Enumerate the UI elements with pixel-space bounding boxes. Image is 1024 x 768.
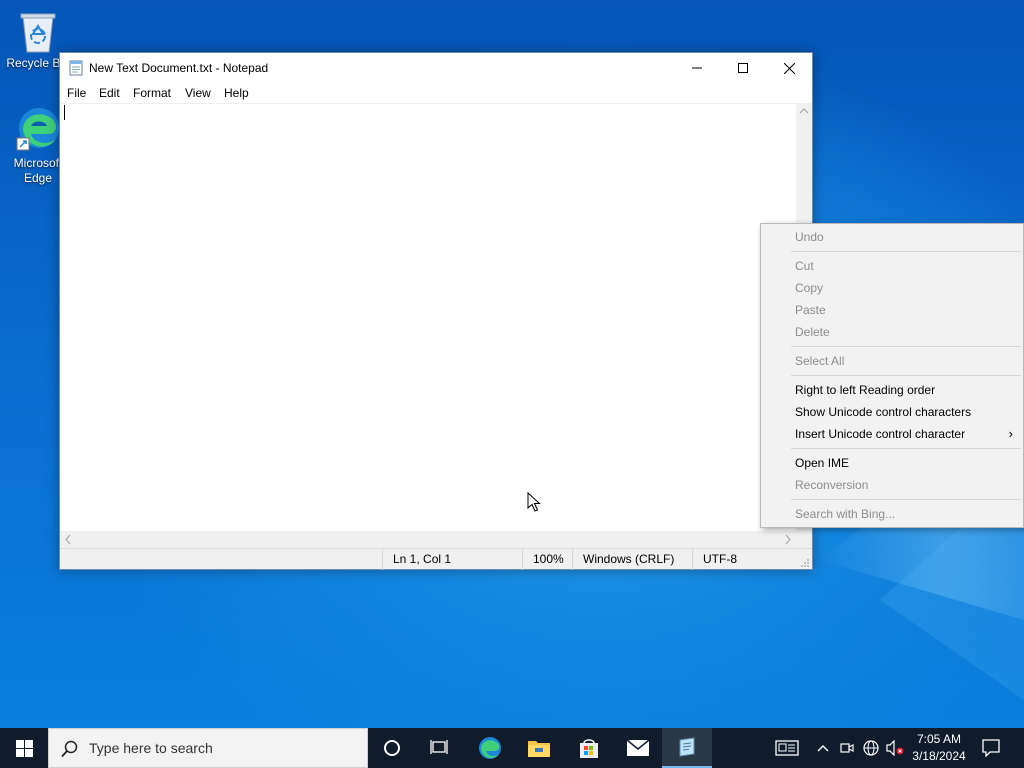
status-cursor-position: Ln 1, Col 1: [382, 549, 522, 570]
meet-now-button[interactable]: [836, 728, 858, 768]
text-editor-area[interactable]: [60, 103, 796, 531]
start-button[interactable]: [0, 728, 48, 768]
clock-time: 7:05 AM: [916, 732, 962, 746]
context-insert-unicode-control[interactable]: Insert Unicode control character ›: [761, 423, 1023, 445]
close-button[interactable]: [766, 53, 812, 83]
task-view-button[interactable]: [416, 728, 464, 768]
context-open-ime[interactable]: Open IME: [761, 452, 1023, 474]
notifications-icon: [982, 739, 1000, 757]
taskbar-clock[interactable]: 7:05 AM 3/18/2024: [904, 731, 974, 765]
maximize-icon: [738, 63, 748, 73]
desktop: Recycle Bin Microsoft Edge New Text Docu…: [0, 0, 1024, 728]
title-bar[interactable]: New Text Document.txt - Notepad: [60, 53, 812, 83]
task-view-icon: [430, 740, 448, 754]
resize-grip-icon[interactable]: [800, 558, 810, 568]
close-icon: [783, 62, 795, 74]
context-separator: [791, 346, 1021, 347]
network-globe-icon: [863, 740, 879, 756]
context-select-all[interactable]: Select All: [761, 350, 1023, 372]
maximize-button[interactable]: [720, 53, 766, 83]
menu-edit[interactable]: Edit: [99, 86, 120, 100]
context-separator: [791, 251, 1021, 252]
scrollbar-corner: [796, 531, 812, 548]
menu-format[interactable]: Format: [133, 86, 171, 100]
edge-icon: [479, 737, 501, 759]
context-reconversion[interactable]: Reconversion: [761, 474, 1023, 496]
volume-button[interactable]: [884, 728, 906, 768]
submenu-arrow-icon: ›: [1008, 426, 1013, 441]
taskbar-store-button[interactable]: [564, 728, 614, 768]
context-search-bing[interactable]: Search with Bing...: [761, 503, 1023, 525]
news-button[interactable]: [770, 728, 804, 768]
cortana-button[interactable]: [368, 728, 416, 768]
clock-date: 3/18/2024: [912, 749, 966, 763]
scroll-right-arrow-icon[interactable]: [780, 531, 796, 548]
taskbar-notepad-button[interactable]: [662, 728, 712, 768]
context-undo[interactable]: Undo: [761, 226, 1023, 248]
taskbar: Type here to search 7:05 AM 3/18/2024: [0, 728, 1024, 768]
context-separator: [791, 448, 1021, 449]
scroll-left-arrow-icon[interactable]: [60, 531, 76, 548]
menu-help[interactable]: Help: [224, 86, 249, 100]
menu-bar: File Edit Format View Help: [60, 83, 812, 103]
menu-file[interactable]: File: [67, 86, 86, 100]
notepad-window: New Text Document.txt - Notepad File Edi…: [59, 52, 813, 570]
text-caret: [64, 105, 65, 120]
volume-muted-icon: [886, 740, 904, 756]
context-separator: [791, 375, 1021, 376]
window-title: New Text Document.txt - Notepad: [89, 61, 269, 75]
status-bar: Ln 1, Col 1 100% Windows (CRLF) UTF-8: [60, 548, 812, 570]
context-separator: [791, 499, 1021, 500]
taskbar-mail-button[interactable]: [614, 728, 662, 768]
context-show-unicode-control[interactable]: Show Unicode control characters: [761, 401, 1023, 423]
menu-view[interactable]: View: [185, 86, 211, 100]
store-icon: [580, 739, 598, 758]
context-cut[interactable]: Cut: [761, 255, 1023, 277]
scroll-up-arrow-icon[interactable]: [796, 103, 812, 119]
news-icon: [775, 740, 799, 756]
context-delete[interactable]: Delete: [761, 321, 1023, 343]
notepad-icon: [679, 737, 695, 757]
network-button[interactable]: [860, 728, 882, 768]
mail-icon: [626, 739, 650, 756]
cortana-icon: [384, 740, 400, 756]
search-placeholder: Type here to search: [89, 740, 213, 756]
notepad-app-icon: [69, 60, 83, 76]
taskbar-edge-button[interactable]: [466, 728, 514, 768]
context-rtl-reading-order[interactable]: Right to left Reading order: [761, 379, 1023, 401]
status-line-ending: Windows (CRLF): [572, 549, 692, 570]
mouse-pointer-icon: [527, 492, 541, 512]
folder-icon: [528, 741, 550, 757]
show-hidden-icons-button[interactable]: [812, 728, 834, 768]
horizontal-scrollbar[interactable]: [60, 531, 796, 548]
taskbar-file-explorer-button[interactable]: [514, 728, 564, 768]
status-encoding: UTF-8: [692, 549, 798, 570]
camera-icon: [840, 743, 854, 753]
chevron-up-icon: [817, 745, 829, 752]
minimize-button[interactable]: [674, 53, 720, 83]
context-menu: Undo Cut Copy Paste Delete Select All Ri…: [760, 223, 1024, 528]
edge-glyph: [16, 108, 59, 151]
status-zoom: 100%: [522, 549, 572, 570]
taskbar-search-box[interactable]: Type here to search: [48, 728, 368, 768]
context-paste[interactable]: Paste: [761, 299, 1023, 321]
context-copy[interactable]: Copy: [761, 277, 1023, 299]
action-center-button[interactable]: [976, 728, 1006, 768]
context-insert-unicode-label: Insert Unicode control character: [795, 427, 966, 441]
minimize-icon: [692, 67, 702, 69]
recycle-bin-glyph: [20, 13, 56, 53]
search-icon: [61, 740, 78, 758]
windows-logo-icon: [15, 739, 33, 757]
